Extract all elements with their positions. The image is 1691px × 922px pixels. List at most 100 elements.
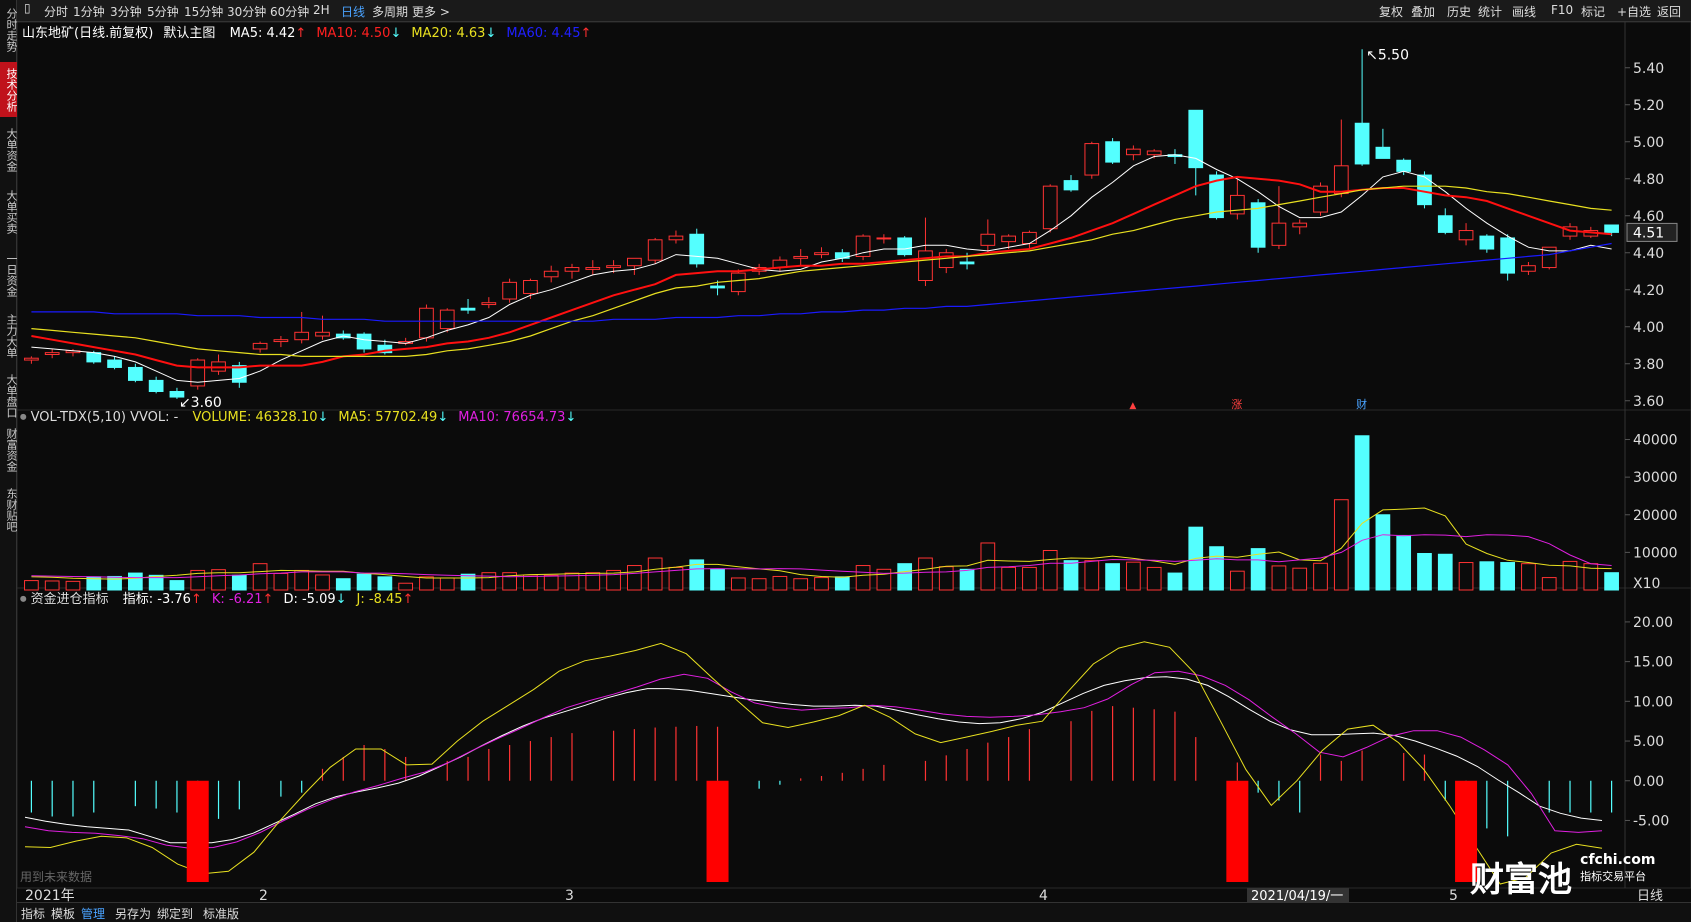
volume-bar — [938, 566, 954, 591]
bottom-tab-0[interactable]: 指标 — [21, 905, 45, 922]
sidebar-tab-7[interactable]: 财富资金 — [0, 425, 18, 475]
candle — [689, 233, 705, 265]
indicator-line-0 — [24, 676, 1603, 844]
window-icon[interactable]: ▯ — [24, 1, 31, 15]
indicator-panel-header: ⏺ 资金进仓指标 指标: -3.76↑ K: -6.21↑ D: -5.09↓ J: … — [20, 588, 413, 607]
tool-button-3[interactable]: 统计 — [1478, 3, 1502, 20]
volume-bar — [1417, 553, 1432, 591]
candle — [1604, 224, 1619, 233]
volume-bar — [1396, 534, 1412, 591]
tool-button-0[interactable]: 复权 — [1379, 3, 1403, 20]
kdj-indicator-0: 指标: -3.76↑ — [122, 592, 202, 607]
candle — [606, 265, 621, 269]
volume-bar — [793, 578, 809, 591]
candle — [1146, 150, 1162, 156]
bottom-tab-1[interactable]: 模板 — [51, 905, 75, 922]
event-marker-triangle: ▲ — [1129, 401, 1136, 411]
price-tick-4: 4.60 — [1633, 209, 1664, 225]
period-tab-9[interactable]: 多周期 — [372, 3, 408, 20]
ma-line-MA10 — [31, 175, 1612, 369]
bottom-tab-2[interactable]: 管理 — [81, 905, 105, 922]
indicator-title: 资金进仓指标 — [30, 592, 109, 607]
volume-tick-2: 20000 — [1633, 508, 1678, 524]
period-tab-3[interactable]: 5分钟 — [147, 3, 179, 20]
sidebar-tab-0[interactable]: 分时走势 — [0, 2, 18, 57]
period-tab-7[interactable]: 2H — [313, 3, 330, 17]
volume-bar — [730, 577, 746, 591]
bottom-tab-3[interactable]: 另存为 — [115, 905, 151, 922]
main-indicator-2: MA20: 4.63↓ — [411, 26, 497, 41]
volume-bar — [1458, 562, 1474, 591]
candle — [252, 342, 268, 350]
sidebar-tab-2[interactable]: 大单资金 — [0, 122, 18, 177]
candle — [481, 302, 497, 306]
volume-bar — [481, 572, 497, 591]
candle — [918, 250, 933, 281]
volume-bar — [1001, 566, 1016, 591]
tool-button-6[interactable]: 标记 — [1581, 3, 1605, 20]
tool-button-7[interactable]: +自选 — [1617, 3, 1651, 20]
kdj-indicator-3: J: -8.45↑ — [356, 592, 414, 607]
tool-button-4[interactable]: 画线 — [1512, 3, 1536, 20]
tool-button-8[interactable]: 返回 — [1657, 3, 1681, 20]
indicator-collapse-icon[interactable]: ⏺ — [20, 592, 27, 607]
main-indicator-1: MA10: 4.50↓ — [316, 26, 402, 41]
volume-bar — [814, 577, 829, 591]
sidebar-tab-3[interactable]: 大单买卖 — [0, 182, 18, 242]
volume-bar — [1500, 562, 1516, 591]
main-indicator-arrow-1: ↓ — [390, 26, 402, 41]
volume-bar — [897, 563, 913, 591]
chart-mode[interactable]: 默认主图 — [163, 26, 215, 41]
volume-bar — [1105, 563, 1120, 591]
volume-bar — [1063, 560, 1079, 591]
period-tab-2[interactable]: 3分钟 — [110, 3, 142, 20]
panel-frame-2 — [17, 587, 1691, 889]
candle — [1042, 185, 1058, 230]
period-tab-4[interactable]: 15分钟 — [184, 3, 223, 20]
sidebar-tab-8[interactable]: 东财贴吧 — [0, 480, 18, 540]
main-indicator-0: MA5: 4.42↑ — [229, 26, 307, 41]
current-price-label: 4.51 — [1633, 225, 1664, 241]
tool-button-5[interactable]: F10 — [1551, 3, 1573, 17]
period-tab-0[interactable]: 分时 — [44, 3, 68, 20]
candle — [148, 379, 164, 392]
volume-bar — [980, 542, 996, 591]
volume-bar — [252, 563, 268, 591]
candle — [1022, 231, 1037, 244]
volume-bar — [1313, 562, 1328, 591]
volume-bar — [772, 575, 788, 591]
period-tab-5[interactable]: 30分钟 — [227, 3, 266, 20]
indicator-tick-2: 10.00 — [1633, 694, 1673, 710]
candle — [1001, 235, 1016, 243]
main-indicator-arrow-0: ↑ — [295, 26, 307, 41]
candle — [419, 307, 434, 339]
sidebar-tab-1[interactable]: 技术分析 — [0, 62, 18, 117]
sidebar-tab-5[interactable]: 主力大单 — [0, 308, 18, 363]
main-indicator-arrow-3: ↑ — [580, 26, 592, 41]
period-tab-6[interactable]: 60分钟 — [270, 3, 309, 20]
candle — [1271, 222, 1287, 246]
future-data-note: 用到未来数据 — [20, 870, 93, 884]
stock-title[interactable]: 山东地矿(日线.前复权) — [22, 26, 153, 41]
candle — [502, 281, 517, 300]
vol-indicator-2: MA10: 76654.73↓ — [458, 410, 577, 425]
candle — [1188, 109, 1204, 169]
volume-collapse-icon[interactable]: ⏺ — [20, 410, 27, 425]
period-tab-10[interactable]: 更多 > — [412, 3, 450, 20]
vol-indicator-arrow-2: ↓ — [565, 410, 577, 425]
chart-area[interactable]: 5.40 5.20 5.00 4.80 4.60 4.40 4.20 4.00 3.80 3.60… — [17, 22, 1691, 902]
candle — [1250, 202, 1266, 248]
tool-button-1[interactable]: 叠加 — [1411, 3, 1435, 20]
bottom-tab-5[interactable]: 标准版 — [203, 905, 239, 922]
candle — [439, 309, 455, 330]
brand-domain: cfchi.com — [1580, 852, 1656, 868]
volume-bar — [1084, 560, 1100, 591]
sidebar-tab-6[interactable]: 大单盘口 — [0, 368, 18, 423]
bottom-tab-4[interactable]: 绑定到 — [157, 905, 193, 922]
tool-button-2[interactable]: 历史 — [1447, 3, 1471, 20]
period-tab-8[interactable]: 日线 — [341, 3, 365, 20]
volume-bar — [543, 574, 559, 591]
sidebar-tab-4[interactable]: 一日资金 — [0, 247, 18, 302]
period-tab-1[interactable]: 1分钟 — [73, 3, 105, 20]
vol-indicator-arrow-1: ↓ — [437, 410, 449, 425]
